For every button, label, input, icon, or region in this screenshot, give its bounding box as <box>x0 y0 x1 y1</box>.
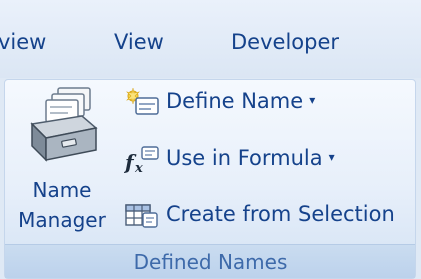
svg-text:x: x <box>134 161 143 175</box>
define-name-button[interactable]: Define Name ▾ <box>124 86 324 122</box>
use-in-formula-button[interactable]: f x Use in Formula ▾ <box>124 143 354 179</box>
create-from-selection-icon <box>125 204 158 228</box>
group-caption: Defined Names <box>133 250 288 274</box>
name-manager-label-line1: Name <box>32 178 92 202</box>
tab-review[interactable]: view <box>0 30 46 54</box>
create-from-selection-label: Create from Selection <box>166 202 395 226</box>
function-icon: f x <box>124 146 159 175</box>
name-manager-button[interactable]: Name Manager <box>10 86 114 246</box>
tab-developer[interactable]: Developer <box>231 30 339 54</box>
name-manager-label-line2: Manager <box>18 208 106 232</box>
create-from-selection-button[interactable]: Create from Selection <box>124 199 406 235</box>
chevron-down-icon: ▾ <box>309 93 316 107</box>
use-in-formula-label: Use in Formula <box>166 146 323 170</box>
ribbon-tab-bar: view View Developer <box>0 0 421 78</box>
name-manager-icon <box>30 87 98 162</box>
tab-view[interactable]: View <box>114 30 164 54</box>
define-name-icon <box>126 88 159 115</box>
define-name-label: Define Name <box>166 89 304 113</box>
chevron-down-icon: ▾ <box>328 150 335 164</box>
